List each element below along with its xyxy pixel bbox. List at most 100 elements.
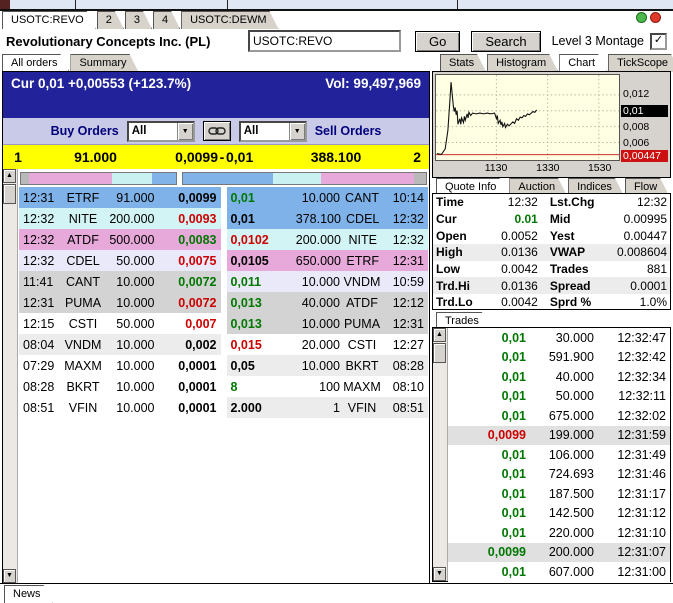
y-axis-label: 0,00447 (621, 149, 668, 162)
order-book-buy-row[interactable]: 08:04 VNDM 10.000 0,002 (19, 334, 221, 355)
market-maker: BKRT (345, 358, 379, 373)
order-book-sell-row[interactable]: 0,01 10.000 CANT 10:14 (226, 187, 428, 208)
order-book-sell-row[interactable]: 0,015 20.000 CSTI 12:27 (226, 334, 428, 355)
order-book-buy-row[interactable]: 08:28 BKRT 10.000 0,0001 (19, 376, 221, 397)
order-book-buy-row[interactable]: 12:32 NITE 200.000 0,0093 (19, 208, 221, 229)
order-book-buy-row[interactable]: 12:31 PUMA 10.000 0,0072 (19, 292, 221, 313)
order-book-sell-row[interactable]: 0,0105 650.000 ETRF 12:31 (226, 250, 428, 271)
order-book-buy-row[interactable]: 12:15 CSTI 50.000 0,007 (19, 313, 221, 334)
sell-filter-dropdown[interactable]: All ▼ (238, 120, 307, 142)
order-time: 11:41 (23, 274, 54, 289)
symbol-tab-usotc-dewm[interactable]: USOTC:DEWM (181, 11, 278, 29)
order-book-sell-row[interactable]: 0,0102 200.000 NITE 12:32 (226, 229, 428, 250)
order-book-buy-row[interactable]: 07:29 MAXM 10.000 0,0001 (19, 355, 221, 376)
trade-size: 220.000 (548, 525, 594, 540)
order-size: 10.000 (116, 358, 155, 373)
symbol-tab-4[interactable]: 4 (153, 11, 180, 29)
order-price: 0,0099 (178, 190, 217, 205)
order-size: 100 (319, 379, 340, 394)
scrollbar-thumb[interactable] (433, 343, 446, 363)
quote-value: 0.0136 (501, 278, 538, 293)
order-price: 0,007 (185, 316, 217, 331)
scroll-down-icon[interactable]: ▼ (3, 569, 16, 583)
quote-value: 0.01 (514, 212, 538, 227)
order-book-buy-row[interactable]: 11:41 CANT 10.000 0,0072 (19, 271, 221, 292)
trade-time: 12:32:47 (617, 330, 666, 345)
y-axis-label: 0,012 (623, 88, 650, 101)
trade-size: 724.693 (548, 467, 594, 482)
montage-tab-summary[interactable]: Summary (70, 54, 138, 72)
trade-time: 12:32:11 (618, 389, 666, 404)
scroll-down-icon[interactable]: ▼ (433, 567, 446, 581)
order-time: 12:31 (392, 253, 424, 268)
scroll-up-icon[interactable]: ▲ (433, 328, 446, 342)
ask-count: 2 (413, 149, 421, 165)
level3-montage-checkbox[interactable]: ✓ (650, 32, 667, 50)
link-filters-button[interactable] (202, 121, 231, 141)
trade-price: 0,01 (501, 525, 526, 540)
trade-size: 142.500 (548, 506, 594, 521)
order-book-sell-row[interactable]: 0,013 10.000 PUMA 12:31 (226, 313, 428, 334)
order-price: 0,0001 (178, 379, 217, 394)
market-maker: ETRF (346, 253, 380, 268)
scrollbar-thumb[interactable] (3, 184, 16, 204)
trades-table: 0,01 30.000 12:32:47 0,01 591.900 12:32:42 0,0… (448, 328, 670, 582)
order-book-sell-row[interactable]: 0,05 10.000 BKRT 08:28 (226, 355, 428, 376)
y-axis-label: 0,008 (623, 120, 650, 133)
ask-price: 0,01 (226, 149, 254, 165)
order-book-sell-row[interactable]: 0,013 40.000 ATDF 12:12 (226, 292, 428, 313)
analysis-tab-chart[interactable]: Chart (559, 54, 607, 72)
market-maker: MAXM (64, 358, 102, 373)
order-book-buy-row[interactable]: 12:32 ATDF 500.000 0,0083 (19, 229, 221, 250)
montage-tab-all-orders[interactable]: All orders (2, 54, 69, 72)
quote-label: Cur (436, 212, 457, 227)
go-button[interactable]: Go (415, 30, 461, 52)
chevron-down-icon[interactable]: ▼ (176, 122, 193, 140)
order-size: 20.000 (301, 337, 340, 352)
market-maker: VFIN (68, 400, 98, 415)
order-book-sell-row[interactable]: 0,011 10.000 VNDM 10:59 (226, 271, 428, 292)
order-book-buy-row[interactable]: 12:32 CDEL 50.000 0,0075 (19, 250, 221, 271)
quote-label: Time (436, 195, 464, 210)
y-axis-label: 0,006 (623, 137, 650, 150)
tab-news[interactable]: News (4, 585, 53, 603)
order-time: 08:28 (23, 379, 55, 394)
order-book-buy-row[interactable]: 12:31 ETRF 91.000 0,0099 (19, 187, 221, 208)
order-price: 0,002 (185, 337, 217, 352)
analysis-tab-tickscope[interactable]: TickScope (608, 54, 673, 72)
quote-label: Trd.Lo (436, 295, 473, 310)
order-book-sell-row[interactable]: 0,01 378.100 CDEL 12:32 (226, 208, 428, 229)
chevron-down-icon[interactable]: ▼ (288, 122, 305, 140)
quote-value: 0.00447 (623, 228, 667, 243)
order-time: 08:51 (23, 400, 55, 415)
chart-y-axis: 0,012 0,01 0,008 0,006 0,00447 (620, 74, 668, 162)
analysis-tab-histogram[interactable]: Histogram (487, 54, 558, 72)
trade-price: 0,01 (501, 486, 526, 501)
scroll-up-icon[interactable]: ▲ (3, 169, 16, 183)
order-book-sell-row[interactable]: 8 100 MAXM 08:10 (226, 376, 428, 397)
order-time: 12:15 (23, 316, 55, 331)
ask-size: 388.100 (310, 149, 362, 165)
trades-scrollbar[interactable]: ▲ ▼ (433, 328, 448, 581)
order-price: 0,0102 (230, 232, 269, 247)
trade-time: 12:31:17 (617, 486, 666, 501)
trade-size: 50.000 (555, 389, 594, 404)
symbol-tab-usotc-revo[interactable]: USOTC:REVO (2, 11, 96, 29)
market-maker: CSTI (347, 337, 377, 352)
order-book-scrollbar[interactable]: ▲ ▼ (3, 169, 18, 583)
buy-filter-dropdown[interactable]: All ▼ (126, 120, 195, 142)
search-button[interactable]: Search (471, 30, 541, 52)
quote-value: 0.0001 (630, 278, 667, 293)
symbol-input[interactable]: USOTC:REVO (248, 30, 402, 52)
buy-orders-table: 12:31 ETRF 91.000 0,0099 12:32 NITE 200.000 0,0… (19, 187, 221, 418)
analysis-tab-stats[interactable]: Stats (440, 54, 486, 72)
trade-size: 40.000 (555, 369, 594, 384)
trade-price: 0,01 (501, 408, 526, 423)
order-price: 2.000 (230, 400, 262, 415)
symbol-tab-3[interactable]: 3 (125, 11, 152, 29)
symbol-tab-2[interactable]: 2 (97, 11, 124, 29)
order-time: 12:32 (392, 232, 424, 247)
order-book-buy-row[interactable]: 08:51 VFIN 10.000 0,0001 (19, 397, 221, 418)
order-book-sell-row[interactable]: 2.000 1 VFIN 08:51 (226, 397, 428, 418)
trade-time: 12:31:46 (617, 467, 666, 482)
